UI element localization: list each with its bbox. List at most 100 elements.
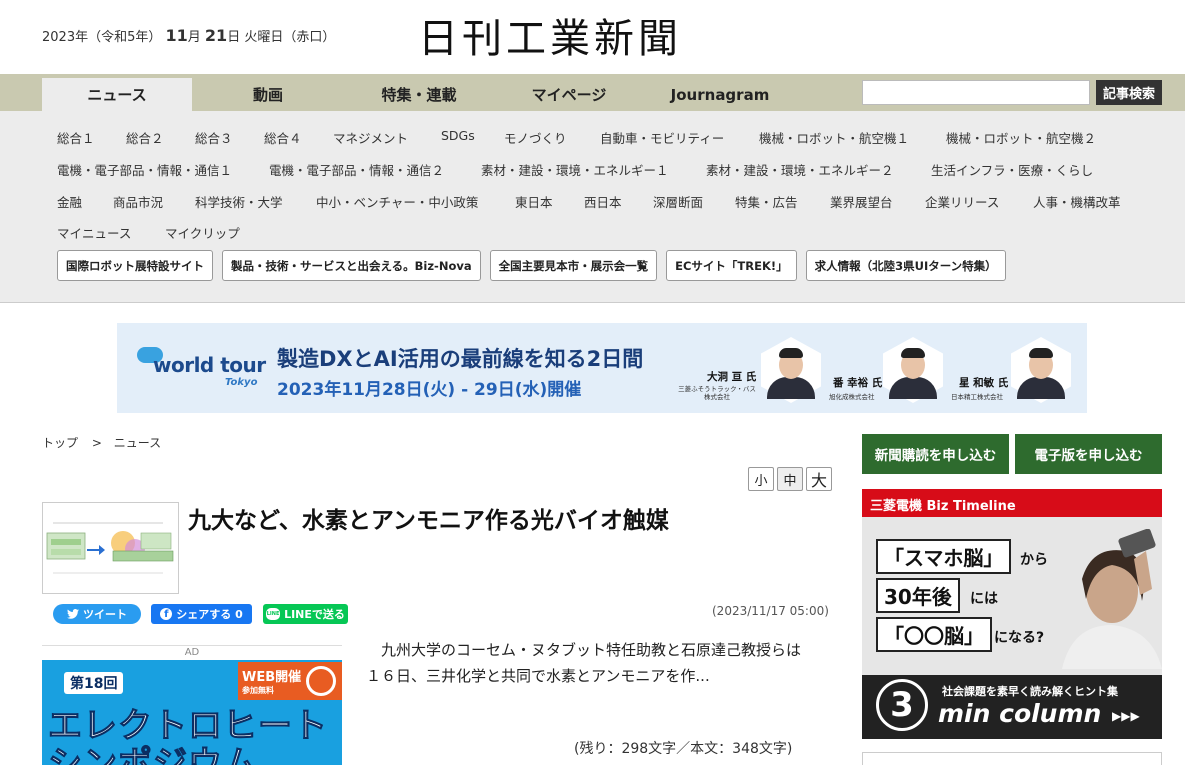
category-link[interactable]: 特集・広告 [735,192,830,212]
category-link[interactable]: 機械・ロボット・航空機１ [759,128,946,148]
speaker-company: 三菱ふそうトラック・バス株式会社 [678,385,756,401]
category-link[interactable]: 深層断面 [653,192,735,212]
banner-date: 2023年11月28日(火) - 29日(水)開催 [277,380,582,400]
category-link[interactable]: 人事・機構改革 [1033,192,1121,212]
article-date: (2023/11/17 05:00) [712,604,829,618]
site-logo[interactable]: 日刊工業新聞 [418,6,682,64]
ad-footer: 3 社会課題を素早く読み解くヒント集 min column ▶▶▶ [862,675,1162,739]
date-day: 21 [204,26,228,45]
trade-show-list-button[interactable]: 全国主要見本市・展示会一覧 [489,250,658,281]
article-thumbnail[interactable] [42,502,179,594]
line-icon: LINE [266,608,281,620]
speaker-name: 大洞 亘 氏 [707,371,757,383]
ad-brand: 三菱電機 Biz Timeline [862,489,1162,517]
category-link[interactable]: 中小・ベンチャー・中小政策 [316,192,515,212]
category-link[interactable]: 素材・建設・環境・エネルギー１ [481,160,706,180]
date-month-unit: 月 [187,30,201,45]
category-link[interactable]: 生活インフラ・医療・くらし [931,160,1093,180]
symposium-ad[interactable]: 第18回 WEB開催 参加無料 エレクトロヒート シンポジウム [42,660,342,765]
category-link[interactable]: モノづくり [504,128,600,148]
search-input[interactable] [862,80,1090,105]
biz-nova-button[interactable]: 製品・技術・サービスと出会える。Biz-Nova [222,250,481,281]
ec-site-button[interactable]: ECサイト「TREK!」 [666,250,797,281]
ad-phrase-box: 「スマホ脳」 [876,539,1012,574]
line-share-label: LINEで送る [284,608,345,621]
mitsubishi-ad[interactable]: 三菱電機 Biz Timeline 「スマホ脳」 から 30年後 には 「〇〇脳… [862,489,1162,739]
category-link[interactable]: 科学技術・大学 [195,192,316,212]
ad-phrase-box: 「〇〇脳」 [876,617,992,652]
breadcrumb-top[interactable]: トップ [42,436,78,450]
facebook-share-button[interactable]: f シェアする 0 [151,604,252,624]
lead-line: １６日、三井化学と共同で水素とアンモニアを作... [366,667,710,685]
article-lead: 九州大学のコーセム・ヌタブット特任助教と石原達己教授らは １６日、三井化学と共同… [366,637,836,689]
article-title: 九大など、水素とアンモニア作る光バイオ触媒 [188,508,669,534]
category-link[interactable]: 電機・電子部品・情報・通信１ [57,160,269,180]
speaker-photo [1011,337,1071,405]
job-info-button[interactable]: 求人情報（北陸3県UIターン特集） [805,250,1006,281]
breadcrumb-separator: > [91,436,102,450]
twitter-bird-icon [67,609,79,619]
subscribe-digital-button[interactable]: 電子版を申し込む [1015,434,1162,474]
search-button[interactable]: 記事検索 [1096,80,1162,105]
font-size-medium-button[interactable]: 中 [777,467,803,491]
category-link[interactable]: 電機・電子部品・情報・通信２ [269,160,481,180]
triple-arrow-icon: ▶▶▶ [1112,709,1140,723]
ad-label: AD [42,645,342,658]
breadcrumb-current[interactable]: ニュース [114,436,161,450]
font-size-large-button[interactable]: 大 [806,467,832,491]
category-link[interactable]: 素材・建設・環境・エネルギー２ [706,160,931,180]
ad-number: 3 [876,679,928,731]
site-header: 2023年（令和5年） 11月 21日 火曜日（赤口） 日刊工業新聞 [0,0,1185,74]
date-month: 11 [165,26,188,45]
category-row-4: マイニュース マイクリップ [57,223,240,243]
category-row-2: 電機・電子部品・情報・通信１ 電機・電子部品・情報・通信２ 素材・建設・環境・エ… [57,160,1093,180]
sidebar-panel [862,752,1162,765]
category-link[interactable]: 自動車・モビリティー [600,128,759,148]
nav-tab-features[interactable]: 特集・連載 [344,78,494,111]
category-link[interactable]: 機械・ロボット・航空機２ [946,128,1096,148]
date-day-unit: 日 [227,30,241,45]
banner-city: Tokyo [225,377,258,388]
category-link[interactable]: 商品市況 [113,192,195,212]
category-link[interactable]: 業界展望台 [830,192,925,212]
ad-web-label: WEB開催 [242,670,302,685]
category-link[interactable]: 総合２ [126,128,195,148]
nav-tab-mypage[interactable]: マイページ [494,78,644,111]
category-link[interactable]: マネジメント [333,128,441,148]
category-row-3: 金融 商品市況 科学技術・大学 中小・ベンチャー・中小政策 東日本 西日本 深層… [57,192,1121,212]
robot-expo-button[interactable]: 国際ロボット展特設サイト [57,250,213,281]
speaker-photo [761,337,821,405]
font-size-small-button[interactable]: 小 [748,467,774,491]
globe-icon [306,666,336,696]
tweet-button[interactable]: ツイート [53,604,141,624]
speaker-company: 日本精工株式会社 [951,393,1003,401]
diagram-image [46,522,174,574]
current-date: 2023年（令和5年） 11月 21日 火曜日（赤口） [42,26,335,45]
category-link[interactable]: 総合１ [57,128,126,148]
category-link[interactable]: 東日本 [515,192,584,212]
category-link[interactable]: SDGs [441,128,504,148]
date-prefix: 2023年（令和5年） [42,30,162,45]
category-link[interactable]: 西日本 [584,192,653,212]
breadcrumb: トップ > ニュース [42,434,161,451]
category-link[interactable]: 企業リリース [925,192,1033,212]
subscribe-paper-button[interactable]: 新聞購読を申し込む [862,434,1009,474]
category-row-1: 総合１ 総合２ 総合３ 総合４ マネジメント SDGs モノづくり 自動車・モビ… [57,128,1096,148]
speaker-photo [883,337,943,405]
nav-tab-video[interactable]: 動画 [192,78,344,111]
event-banner[interactable]: world tour Tokyo 製造DXとAI活用の最前線を知る2日間 202… [117,323,1087,413]
category-link[interactable]: 金融 [57,192,113,212]
line-share-button[interactable]: LINE LINEで送る [263,604,348,624]
ad-phrase-suffix: になる? [994,630,1045,646]
category-link[interactable]: 総合４ [264,128,333,148]
special-links: 国際ロボット展特設サイト 製品・技術・サービスと出会える。Biz-Nova 全国… [57,250,1006,281]
my-news-link[interactable]: マイニュース [57,223,165,243]
ad-phrase-suffix: には [970,591,998,607]
my-clip-link[interactable]: マイクリップ [165,223,240,243]
main-nav: ニュース 動画 特集・連載 マイページ Journagram 記事検索 [0,74,1185,111]
speaker-name: 番 幸裕 氏 [833,377,883,389]
category-link[interactable]: 総合３ [195,128,264,148]
nav-tab-news[interactable]: ニュース [42,78,192,111]
font-size-control: 小 中 大 [748,467,832,491]
nav-tab-journagram[interactable]: Journagram [644,78,796,111]
